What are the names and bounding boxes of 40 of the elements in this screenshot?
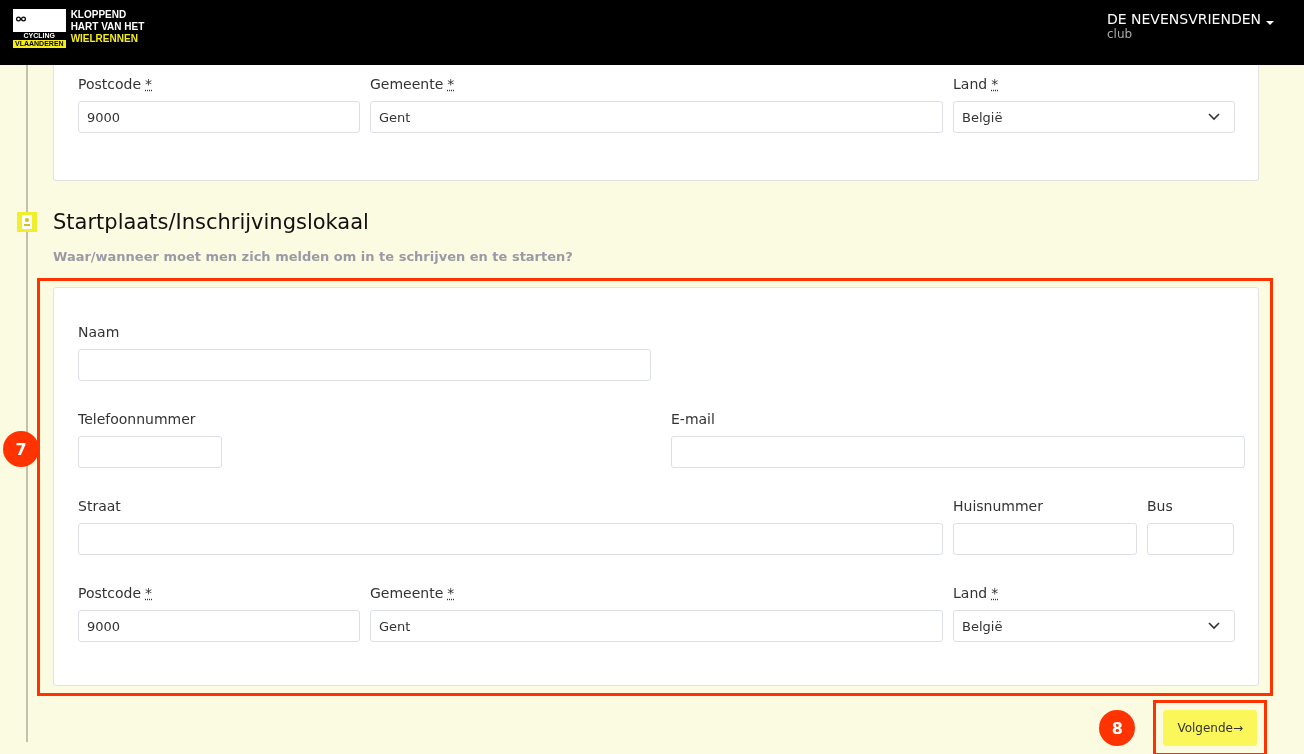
field-label: Postcode *	[78, 75, 154, 94]
field-label: Land *	[953, 75, 1000, 94]
field-label: Postcode *	[78, 584, 154, 603]
chevron-icon	[1208, 113, 1220, 121]
select-field[interactable]: België	[953, 101, 1235, 133]
input-field[interactable]: 9000	[78, 101, 360, 133]
club-role: club	[1106, 27, 1134, 41]
input-field[interactable]: 9000	[78, 610, 360, 642]
field-label: Huisnummer	[953, 497, 1044, 516]
caret-icon	[1266, 21, 1274, 25]
select-field[interactable]: België	[953, 610, 1235, 642]
step-number-badge: 8	[1099, 710, 1136, 746]
step-number-badge: 7	[3, 431, 39, 467]
input-field[interactable]	[78, 436, 222, 468]
step-icon	[17, 212, 37, 232]
section-subtitle: Waar/wanneer moet men zich melden om in te schrijven en te starten?	[53, 249, 574, 264]
logo-text: KLOPPEND	[70, 9, 128, 21]
logo-text: WIELRENNEN	[70, 33, 139, 45]
field-label: Bus	[1147, 497, 1174, 516]
input-field[interactable]	[78, 523, 943, 555]
input-field[interactable]: Gent	[370, 101, 943, 133]
field-label: Straat	[78, 497, 122, 516]
logo-text: HART VAN HET	[70, 21, 145, 33]
section-title: Startplaats/Inschrijvingslokaal	[53, 209, 369, 236]
field-label: Gemeente *	[370, 75, 456, 94]
input-field[interactable]	[953, 523, 1137, 555]
field-label: Naam	[78, 323, 121, 342]
field-label: Gemeente *	[370, 584, 456, 603]
input-field[interactable]	[78, 349, 651, 381]
user-menu[interactable]: DE NEVENSVRIENDEN club	[1106, 11, 1274, 41]
input-field[interactable]	[671, 436, 1245, 468]
field-label: Telefoonnummer	[78, 410, 197, 429]
next-button[interactable]: Volgende→	[1163, 710, 1257, 746]
field-label: E-mail	[671, 410, 716, 429]
input-field[interactable]: Gent	[370, 610, 943, 642]
chevron-icon	[1208, 622, 1220, 630]
glasses-icon	[16, 16, 26, 22]
field-label: Land *	[953, 584, 1000, 603]
club-name: DE NEVENSVRIENDEN	[1106, 11, 1261, 27]
input-field[interactable]	[1147, 523, 1234, 555]
